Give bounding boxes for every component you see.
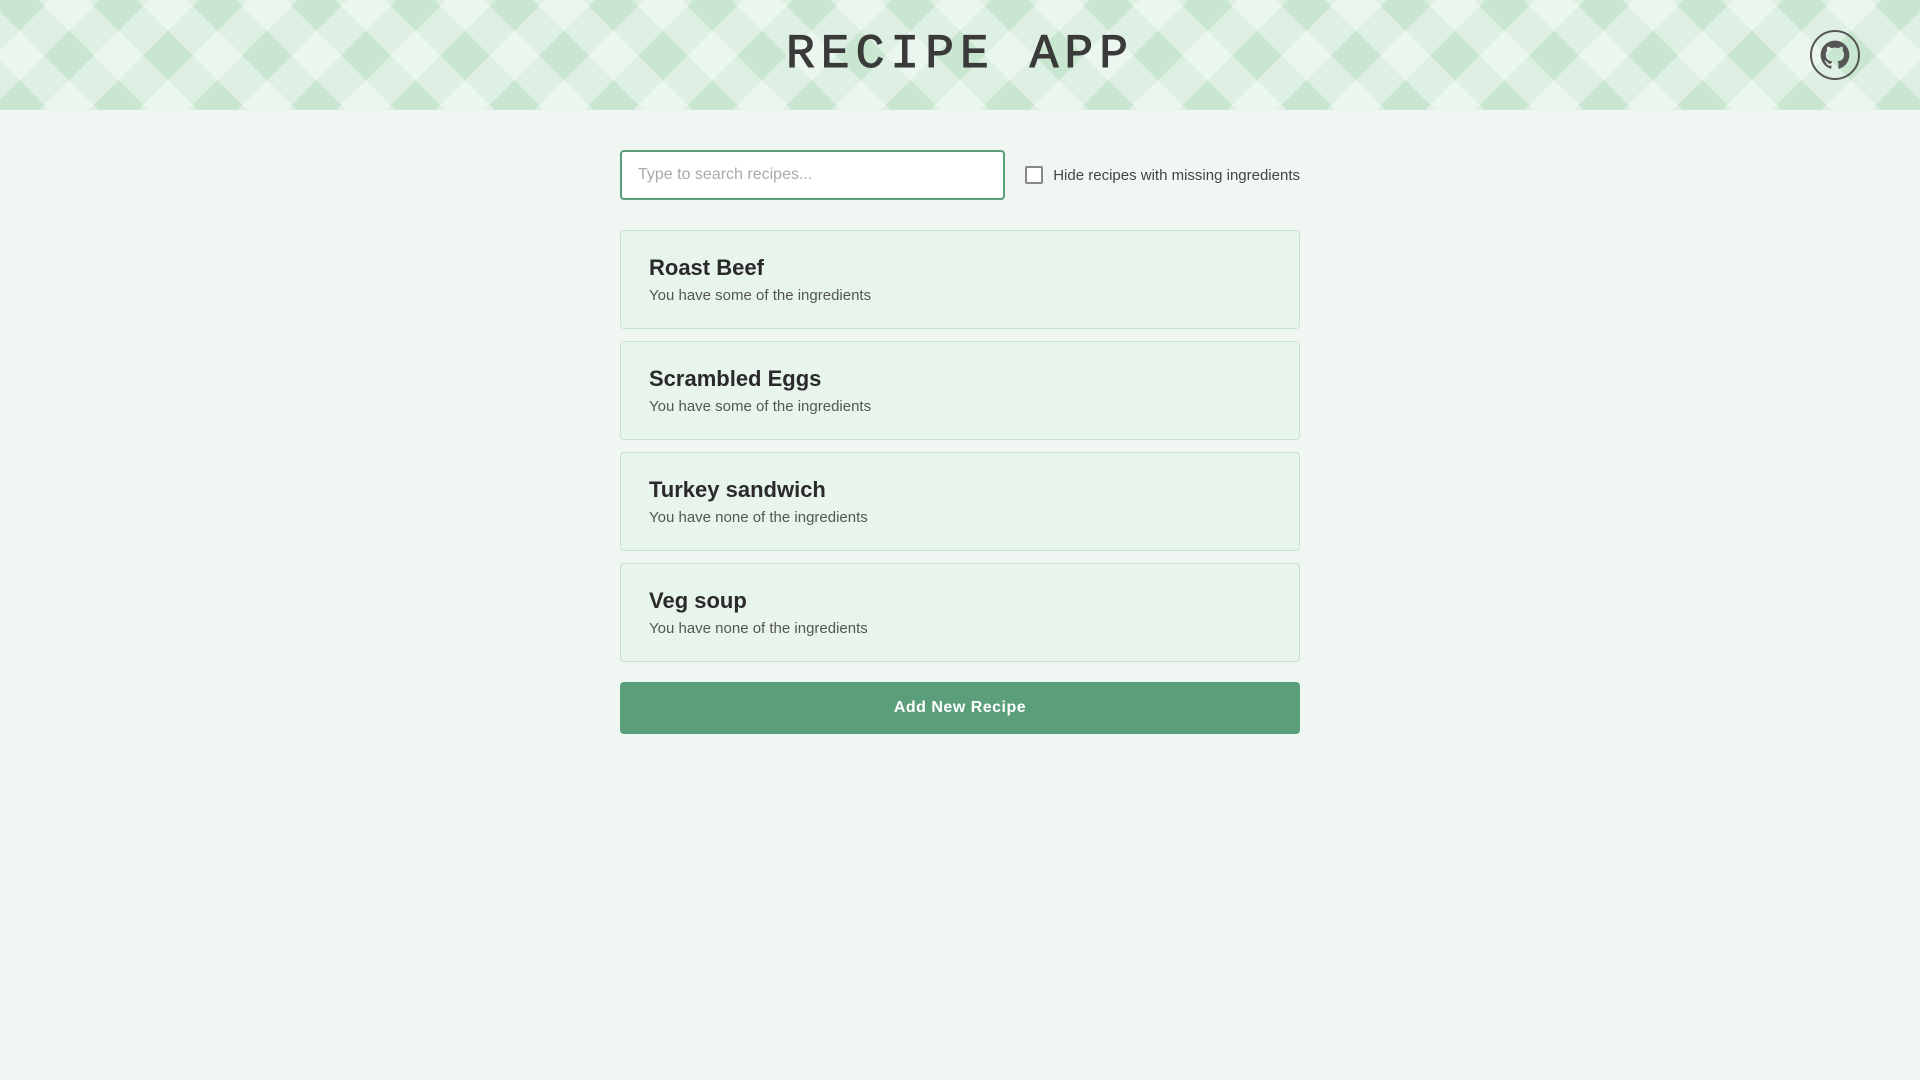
recipe-card-1[interactable]: Roast Beef You have some of the ingredie…	[620, 230, 1300, 329]
hide-missing-text: Hide recipes with missing ingredients	[1053, 167, 1300, 184]
recipe-card-4[interactable]: Veg soup You have none of the ingredient…	[620, 563, 1300, 662]
main-content: Hide recipes with missing ingredients Ro…	[600, 110, 1320, 774]
search-input[interactable]	[620, 150, 1005, 200]
recipe-card-2[interactable]: Scrambled Eggs You have some of the ingr…	[620, 341, 1300, 440]
recipe-list: Roast Beef You have some of the ingredie…	[620, 230, 1300, 674]
app-header: RECIPE APP	[0, 0, 1920, 110]
search-area: Hide recipes with missing ingredients	[620, 150, 1300, 200]
hide-missing-checkbox[interactable]	[1025, 166, 1043, 184]
hide-missing-label[interactable]: Hide recipes with missing ingredients	[1025, 166, 1300, 184]
app-title: RECIPE APP	[786, 28, 1134, 82]
recipe-status-4: You have none of the ingredients	[649, 620, 1271, 637]
recipe-name-2: Scrambled Eggs	[649, 366, 1271, 392]
recipe-status-1: You have some of the ingredients	[649, 287, 1271, 304]
recipe-name-4: Veg soup	[649, 588, 1271, 614]
recipe-name-3: Turkey sandwich	[649, 477, 1271, 503]
recipe-status-2: You have some of the ingredients	[649, 398, 1271, 415]
add-recipe-button[interactable]: Add New Recipe	[620, 682, 1300, 734]
recipe-name-1: Roast Beef	[649, 255, 1271, 281]
recipe-card-3[interactable]: Turkey sandwich You have none of the ing…	[620, 452, 1300, 551]
recipe-status-3: You have none of the ingredients	[649, 509, 1271, 526]
github-icon[interactable]	[1810, 30, 1860, 80]
